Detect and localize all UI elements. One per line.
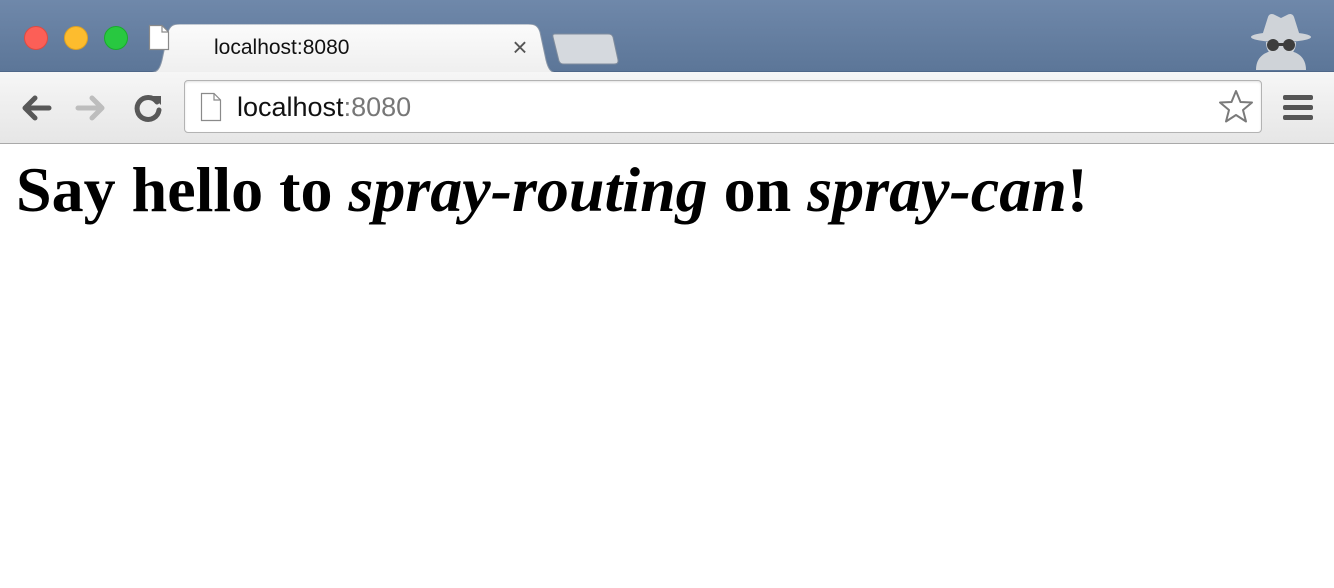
address-bar[interactable]: localhost:8080 xyxy=(184,80,1262,133)
hamburger-menu-icon[interactable] xyxy=(1281,93,1315,123)
address-bar-url[interactable]: localhost:8080 xyxy=(237,91,411,123)
url-port: :8080 xyxy=(343,92,412,122)
reload-icon[interactable] xyxy=(130,90,166,126)
window-close-button[interactable] xyxy=(24,26,48,50)
new-tab-button[interactable] xyxy=(552,32,620,66)
page-heading: Say hello to spray-routing on spray-can! xyxy=(16,152,1088,228)
browser-toolbar: localhost:8080 xyxy=(0,72,1334,144)
page-icon xyxy=(148,24,170,51)
incognito-icon xyxy=(1251,13,1311,70)
page-content: Say hello to spray-routing on spray-can! xyxy=(0,144,1334,588)
tab-active[interactable]: localhost:8080 × xyxy=(148,24,558,73)
window-minimize-button[interactable] xyxy=(64,26,88,50)
heading-text-3: ! xyxy=(1066,154,1089,225)
tab-title: localhost:8080 xyxy=(214,36,350,59)
tab-shape xyxy=(148,24,558,73)
heading-text-1: Say hello to xyxy=(16,154,349,225)
browser-tab-strip: localhost:8080 × xyxy=(0,0,1334,73)
star-icon[interactable] xyxy=(1217,88,1255,126)
heading-text-2: on xyxy=(707,154,808,225)
window-zoom-button[interactable] xyxy=(104,26,128,50)
page-icon xyxy=(200,92,222,122)
forward-arrow-icon[interactable] xyxy=(73,90,109,126)
back-arrow-icon[interactable] xyxy=(18,90,54,126)
heading-emphasis-spray-routing: spray-routing xyxy=(348,154,708,225)
tab-close-icon[interactable]: × xyxy=(506,34,534,62)
url-host: localhost xyxy=(237,92,344,122)
heading-emphasis-spray-can: spray-can xyxy=(807,154,1067,225)
